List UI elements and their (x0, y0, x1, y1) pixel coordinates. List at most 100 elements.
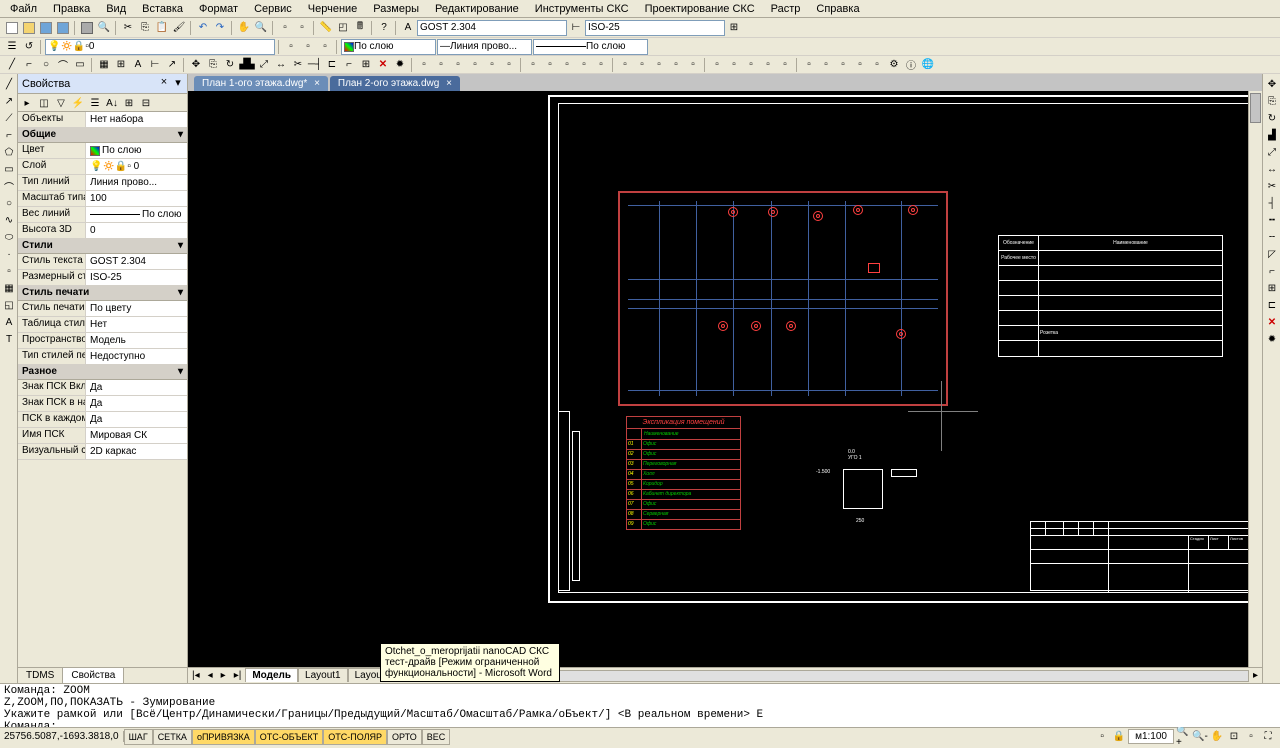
settings-icon[interactable]: ⚙ (886, 57, 902, 73)
layerfrz-icon[interactable]: ▫ (317, 39, 333, 55)
menu-Справка[interactable]: Справка (808, 1, 867, 17)
lock-vp-icon[interactable]: 🔒 (1111, 729, 1127, 745)
props-row[interactable]: Таблица стиле...Нет (18, 317, 187, 333)
save-icon[interactable] (38, 20, 54, 36)
props-group-header[interactable]: Общие▾ (18, 128, 187, 143)
rexplode-icon[interactable]: ✹ (1264, 331, 1280, 347)
sks4-icon[interactable]: ▫ (467, 57, 483, 73)
roffset-icon[interactable]: ⊏ (1264, 297, 1280, 313)
sks9-icon[interactable]: ▫ (559, 57, 575, 73)
table-icon[interactable]: ⊞ (113, 57, 129, 73)
textstyle-icon[interactable]: A (400, 20, 416, 36)
sks7-icon[interactable]: ▫ (525, 57, 541, 73)
arc-icon[interactable]: ⌒ (55, 57, 71, 73)
layout-tab-Модель[interactable]: Модель (245, 668, 298, 682)
props-row[interactable]: Стиль текстаGOST 2.304 (18, 254, 187, 270)
props-tab-Свойства[interactable]: Свойства (63, 668, 124, 683)
rotate-icon[interactable]: ↻ (222, 57, 238, 73)
tab-first-icon[interactable]: |◂ (188, 670, 204, 681)
doc-tab[interactable]: План 1-ого этажа.dwg* × (194, 76, 328, 91)
offset-icon[interactable]: ⊏ (324, 57, 340, 73)
vregion-icon[interactable]: ◱ (1, 297, 17, 313)
props-row[interactable]: ПСК в каждом ...Да (18, 412, 187, 428)
props-row[interactable]: Пространство ...Модель (18, 333, 187, 349)
sks15-icon[interactable]: ▫ (668, 57, 684, 73)
rcopy-icon[interactable]: ⎘ (1264, 93, 1280, 109)
extend-icon[interactable]: ─┤ (307, 57, 323, 73)
vpoint-icon[interactable]: · (1, 246, 17, 262)
wnd3-icon[interactable]: ▫ (835, 57, 851, 73)
erase-icon[interactable]: ✕ (375, 57, 391, 73)
sks13-icon[interactable]: ▫ (634, 57, 650, 73)
dim-icon[interactable]: ⊢ (147, 57, 163, 73)
layer-prev-icon[interactable]: ↺ (21, 39, 37, 55)
props-tab-TDMS[interactable]: TDMS (18, 668, 63, 683)
sks2-icon[interactable]: ▫ (433, 57, 449, 73)
circle-icon[interactable]: ○ (38, 57, 54, 73)
varc-icon[interactable]: ⌒ (1, 178, 17, 194)
vtext-icon[interactable]: A (1, 314, 17, 330)
menu-Проектирование СКС[interactable]: Проектирование СКС (637, 1, 763, 17)
zoom-icon[interactable]: 🔍 (253, 20, 269, 36)
props-group-header[interactable]: Стили▾ (18, 239, 187, 254)
props-row[interactable]: Имя ПСКМировая СК (18, 428, 187, 444)
props-group-header[interactable]: Стиль печати▾ (18, 286, 187, 301)
vpoly-icon[interactable]: ⬠ (1, 144, 17, 160)
clean-icon[interactable]: ▫ (1243, 729, 1259, 745)
status-toggle-ОТС-ПОЛЯР[interactable]: ОТС-ПОЛЯР (323, 729, 387, 745)
status-toggle-ВЕС[interactable]: ВЕС (422, 729, 451, 745)
scale-display[interactable]: м1:100 (1128, 729, 1174, 744)
status-toggle-ОТС-ОБЪЕКТ[interactable]: ОТС-ОБЪЕКТ (255, 729, 323, 745)
lineweight-combo[interactable]: По слою (533, 39, 648, 55)
wnd1-icon[interactable]: ▫ (801, 57, 817, 73)
layeroff-icon[interactable]: ▫ (300, 39, 316, 55)
vhatch-icon[interactable]: ▦ (1, 280, 17, 296)
menu-Правка[interactable]: Правка (45, 1, 98, 17)
world-icon[interactable]: 🌐 (920, 57, 936, 73)
preview-icon[interactable]: 🔍 (96, 20, 112, 36)
trim-icon[interactable]: ✂ (290, 57, 306, 73)
layeriso-icon[interactable]: ▫ (283, 39, 299, 55)
sks14-icon[interactable]: ▫ (651, 57, 667, 73)
status-toggle-СЕТКА[interactable]: СЕТКА (153, 729, 192, 745)
osnap2-icon[interactable]: ▫ (726, 57, 742, 73)
menu-Вставка[interactable]: Вставка (134, 1, 191, 17)
layout-tab-Layout1[interactable]: Layout1 (298, 668, 348, 682)
menu-Файл[interactable]: Файл (2, 1, 45, 17)
props-row[interactable]: Размерный ст...ISO-25 (18, 270, 187, 286)
props-row[interactable]: Знак ПСК в на...Да (18, 396, 187, 412)
vrect-icon[interactable]: ▭ (1, 161, 17, 177)
menu-Растр[interactable]: Растр (763, 1, 809, 17)
props-row[interactable]: Высота 3D0 (18, 223, 187, 239)
menu-Вид[interactable]: Вид (98, 1, 134, 17)
color-combo[interactable]: По слою (341, 39, 436, 55)
vmtext-icon[interactable]: T (1, 331, 17, 347)
mtext-icon[interactable]: A (130, 57, 146, 73)
help-icon[interactable]: ? (376, 20, 392, 36)
rmove-icon[interactable]: ✥ (1264, 76, 1280, 92)
hatch-icon[interactable]: ▦ (96, 57, 112, 73)
print-icon[interactable] (79, 20, 95, 36)
copy-icon[interactable]: ⎘ (137, 20, 153, 36)
matchprops-icon[interactable]: 🖌 (171, 20, 187, 36)
zoomout-icon[interactable]: 🔍- (1192, 729, 1208, 745)
move-icon[interactable]: ✥ (188, 57, 204, 73)
sks8-icon[interactable]: ▫ (542, 57, 558, 73)
props-group-header[interactable]: Разное▾ (18, 365, 187, 380)
vline-icon[interactable]: ╱ (1, 76, 17, 92)
mirror-icon[interactable]: ▟▙ (239, 57, 255, 73)
zoomext-icon[interactable]: ⊡ (1226, 729, 1242, 745)
rextend-icon[interactable]: ┤ (1264, 195, 1280, 211)
rrotate-icon[interactable]: ↻ (1264, 110, 1280, 126)
vray-icon[interactable]: ↗ (1, 93, 17, 109)
rscale-icon[interactable]: ⤢ (1264, 144, 1280, 160)
linetype-combo[interactable]: — Линия прово... (437, 39, 532, 55)
osnap3-icon[interactable]: ▫ (743, 57, 759, 73)
vellipse-icon[interactable]: ⬭ (1, 229, 17, 245)
prop-az-icon[interactable]: A↓ (104, 95, 120, 111)
line-icon[interactable]: ╱ (4, 57, 20, 73)
menu-Размеры[interactable]: Размеры (365, 1, 427, 17)
wnd2-icon[interactable]: ▫ (818, 57, 834, 73)
about-icon[interactable]: ⓘ (903, 57, 919, 73)
status-toggle-ШАГ[interactable]: ШАГ (124, 729, 153, 745)
